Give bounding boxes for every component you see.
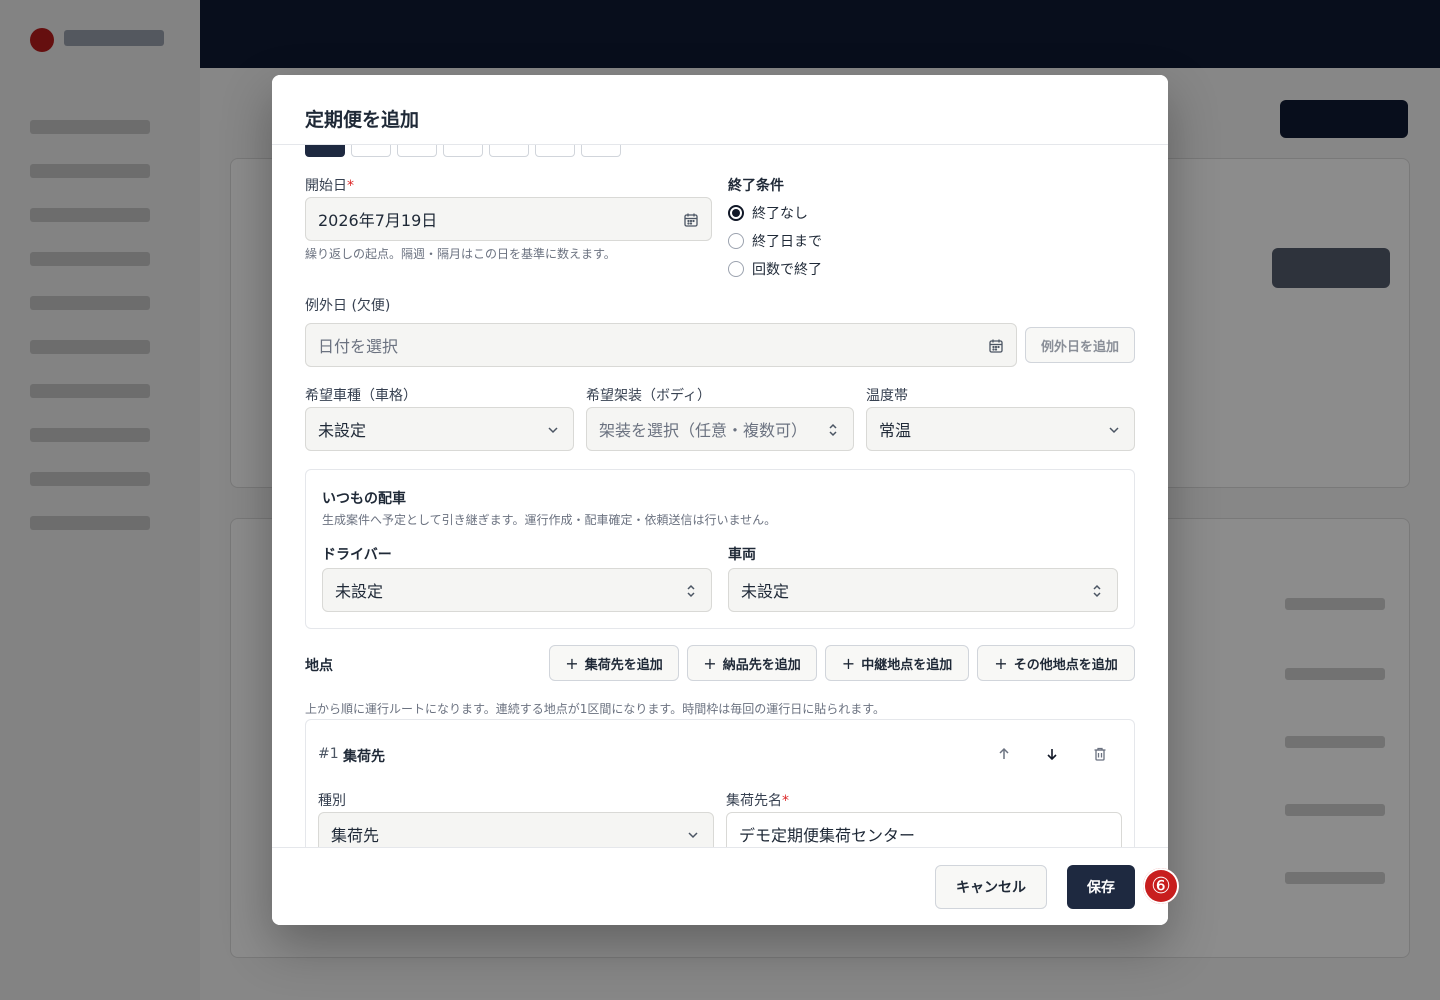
weekday-button[interactable] — [397, 145, 437, 157]
trash-icon — [1094, 747, 1106, 761]
end-condition-option-label: 終了日まで — [752, 234, 822, 250]
add-delivery-label: 納品先を追加 — [722, 657, 801, 673]
location-kind-select[interactable]: 集荷先 — [318, 812, 714, 847]
end-condition-option-count[interactable]: 回数で終了 — [728, 259, 822, 279]
driver-select[interactable]: 未設定 — [322, 568, 712, 612]
driver-label: ドライバー — [322, 547, 392, 563]
add-other-location-button[interactable]: + その他地点を追加 — [977, 645, 1135, 681]
body-type-label: 希望架装（ボディ） — [586, 388, 712, 404]
add-relay-button[interactable]: + 中継地点を追加 — [825, 645, 969, 681]
dialog-footer: キャンセル 保存 — [272, 847, 1168, 925]
vehicle-select[interactable]: 未設定 — [728, 568, 1118, 612]
vehicle-value: 未設定 — [741, 582, 790, 601]
add-pickup-button[interactable]: + 集荷先を追加 — [549, 645, 679, 681]
weekday-button[interactable] — [351, 145, 391, 157]
weekday-button[interactable] — [305, 145, 345, 157]
location-index: #1 — [318, 746, 339, 762]
exception-date-label: 例外日 (欠便) — [305, 298, 391, 314]
locations-label: 地点 — [305, 658, 333, 674]
body-type-select[interactable]: 架装を選択（任意・複数可） — [586, 407, 854, 451]
add-other-location-label: その他地点を追加 — [1013, 657, 1118, 673]
start-date-label: 開始日* — [305, 175, 354, 195]
usual-dispatch-title: いつもの配車 — [322, 491, 406, 507]
weekday-button[interactable] — [535, 145, 575, 157]
location-name-input[interactable]: デモ定期便集荷センター — [726, 812, 1122, 847]
location-name-label-text: 集荷先名 — [726, 793, 782, 809]
move-down-button[interactable] — [1040, 742, 1064, 766]
radio-checked-icon — [728, 205, 744, 221]
temperature-label: 温度帯 — [866, 388, 908, 404]
add-relay-label: 中継地点を追加 — [861, 657, 953, 673]
calendar-icon — [684, 213, 698, 227]
vehicle-label: 車両 — [728, 547, 756, 563]
dialog-header: 定期便を追加 — [272, 75, 1168, 145]
radio-icon — [728, 233, 744, 249]
chevron-down-icon — [548, 427, 558, 434]
end-condition-option-label: 回数で終了 — [752, 262, 822, 278]
add-pickup-label: 集荷先を追加 — [584, 657, 663, 673]
radio-icon — [728, 261, 744, 277]
calendar-icon — [989, 339, 1003, 353]
location-name-label: 集荷先名* — [726, 790, 789, 810]
body-type-placeholder: 架装を選択（任意・複数可） — [599, 421, 808, 440]
arrow-down-icon — [1047, 749, 1057, 761]
exception-date-placeholder: 日付を選択 — [318, 337, 399, 356]
weekday-button[interactable] — [581, 145, 621, 157]
exception-date-input[interactable]: 日付を選択 — [305, 323, 1017, 367]
weekday-button[interactable] — [489, 145, 529, 157]
location-kind-label: 種別 — [318, 793, 346, 809]
end-condition-option-label: 終了なし — [752, 206, 808, 222]
end-condition-option-until-date[interactable]: 終了日まで — [728, 231, 822, 251]
chevron-up-down-icon — [829, 423, 837, 437]
chevron-up-down-icon — [1093, 584, 1101, 598]
dialog-title: 定期便を追加 — [305, 109, 420, 131]
plus-icon: + — [994, 653, 1008, 673]
vehicle-class-value: 未設定 — [318, 421, 367, 440]
step-badge: ⑥ — [1143, 868, 1179, 904]
chevron-down-icon — [688, 832, 698, 839]
chevron-up-down-icon — [687, 584, 695, 598]
end-condition-label: 終了条件 — [728, 178, 784, 194]
add-delivery-button[interactable]: + 納品先を追加 — [687, 645, 817, 681]
location-kind-value: 集荷先 — [331, 826, 380, 845]
save-button[interactable]: 保存 — [1067, 865, 1135, 909]
usual-dispatch-panel: いつもの配車 生成案件へ予定として引き継ぎます。運行作成・配車確定・依頼送信は行… — [305, 469, 1135, 629]
end-condition-option-none[interactable]: 終了なし — [728, 203, 808, 223]
add-recurring-delivery-dialog: 定期便を追加 開始日* 2026年7月19日 繰り返しの起点。隔週・隔月はこの日… — [272, 75, 1168, 925]
temperature-select[interactable]: 常温 — [866, 407, 1135, 451]
usual-dispatch-hint: 生成案件へ予定として引き継ぎます。運行作成・配車確定・依頼送信は行いません。 — [322, 513, 777, 527]
delete-location-button[interactable] — [1088, 742, 1112, 766]
start-date-value: 2026年7月19日 — [318, 211, 438, 230]
start-date-hint: 繰り返しの起点。隔週・隔月はこの日を基準に数えます。 — [305, 247, 616, 261]
location-item: #1 集荷先 種別 集荷先 集荷先名* デモ定期便集荷センター — [305, 719, 1135, 847]
location-title: 集荷先 — [343, 749, 385, 765]
arrow-up-icon — [999, 747, 1009, 759]
vehicle-class-select[interactable]: 未設定 — [305, 407, 574, 451]
cancel-button[interactable]: キャンセル — [935, 865, 1047, 909]
required-mark: * — [782, 793, 789, 809]
dialog-body[interactable]: 開始日* 2026年7月19日 繰り返しの起点。隔週・隔月はこの日を基準に数えま… — [272, 145, 1168, 847]
plus-icon: + — [565, 653, 579, 673]
move-up-button[interactable] — [992, 742, 1016, 766]
locations-hint: 上から順に運行ルートになります。連続する地点が1区間になります。時間枠は毎回の運… — [305, 702, 886, 716]
required-mark: * — [347, 178, 354, 194]
location-name-value: デモ定期便集荷センター — [739, 826, 916, 845]
chevron-down-icon — [1109, 427, 1119, 434]
driver-value: 未設定 — [335, 582, 384, 601]
plus-icon: + — [703, 653, 717, 673]
plus-icon: + — [841, 653, 856, 673]
weekday-button[interactable] — [443, 145, 483, 157]
start-date-label-text: 開始日 — [305, 178, 347, 194]
temperature-value: 常温 — [879, 421, 912, 440]
add-exception-date-button[interactable]: 例外日を追加 — [1025, 327, 1135, 363]
start-date-input[interactable]: 2026年7月19日 — [305, 197, 712, 241]
vehicle-class-label: 希望車種（車格） — [305, 388, 417, 404]
